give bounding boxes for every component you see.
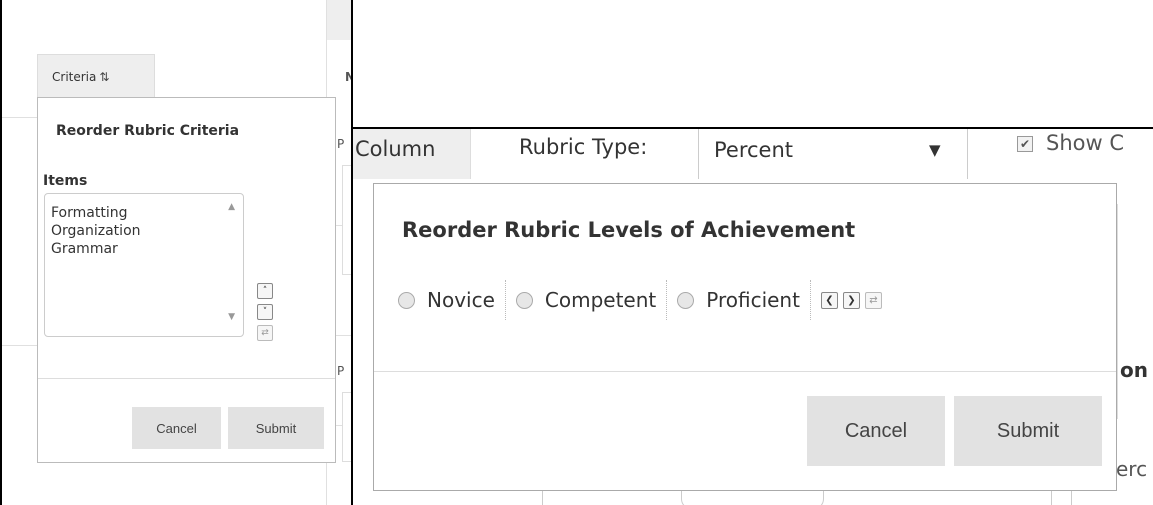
dialog-divider xyxy=(374,371,1116,372)
criteria-tab-label: Criteria xyxy=(52,69,97,84)
chevron-left-icon: ❮ xyxy=(825,294,834,306)
move-left-button[interactable]: ❮ xyxy=(820,291,838,309)
scroll-down-arrow-icon[interactable]: ▼ xyxy=(228,312,235,322)
background-letter: N xyxy=(345,70,351,84)
background-input-box xyxy=(342,392,351,462)
dialog-title: Reorder Rubric Levels of Achievement xyxy=(402,218,856,242)
panel-divider xyxy=(38,378,335,379)
submit-button[interactable]: Submit xyxy=(954,396,1102,466)
background-letter: P xyxy=(337,364,345,378)
background-row-line xyxy=(2,117,37,118)
move-right-button[interactable]: ❯ xyxy=(842,291,860,309)
radio-button[interactable] xyxy=(398,291,415,309)
checkmark-icon: ✔ xyxy=(1019,137,1031,151)
reorder-levels-dialog: Reorder Rubric Levels of Achievement Nov… xyxy=(373,183,1117,491)
chevron-up-icon: ˄ xyxy=(262,286,268,296)
reorder-criteria-panel: Reorder Rubric Criteria Items Formatting… xyxy=(37,97,336,463)
rubric-type-label: Rubric Type: xyxy=(519,135,648,159)
rubric-type-value: Percent xyxy=(714,138,794,162)
chevron-down-icon: ˅ xyxy=(262,307,268,317)
column-tab-label: Column xyxy=(355,137,436,161)
list-item[interactable]: Grammar xyxy=(51,240,237,258)
background-divider xyxy=(1117,204,1118,419)
swap-icon: ⇄ xyxy=(261,328,269,338)
background-input-box xyxy=(342,165,351,275)
level-label: Proficient xyxy=(706,288,800,312)
caret-down-icon: ▼ xyxy=(929,141,941,159)
background-letter: P xyxy=(337,137,345,151)
move-down-button[interactable]: ˅ xyxy=(257,304,273,320)
level-option[interactable]: Novice xyxy=(398,280,506,320)
swap-button[interactable]: ⇄ xyxy=(257,325,273,341)
cancel-button[interactable]: Cancel xyxy=(132,407,221,449)
left-screenshot: N P P Criteria ⇅ Reorder Rubric Criteria… xyxy=(0,0,353,505)
radio-button[interactable] xyxy=(515,291,533,309)
show-label: Show C xyxy=(1046,131,1125,155)
criteria-listbox[interactable]: Formatting Organization Grammar ▲ ▼ xyxy=(44,193,244,337)
move-up-button[interactable]: ˄ xyxy=(257,283,273,299)
list-item[interactable]: Formatting xyxy=(51,204,237,222)
background-gray-block xyxy=(327,0,351,40)
level-option[interactable]: Competent xyxy=(515,280,668,320)
radio-button[interactable] xyxy=(677,291,695,309)
background-text: on xyxy=(1120,358,1148,382)
level-option[interactable]: Proficient xyxy=(677,280,811,320)
level-label: Novice xyxy=(427,288,495,312)
list-item[interactable]: Organization xyxy=(51,222,237,240)
level-label: Competent xyxy=(544,288,657,312)
sort-arrows-icon: ⇅ xyxy=(99,69,110,84)
rubric-type-select[interactable]: Percent ▼ xyxy=(698,129,968,179)
scroll-up-arrow-icon[interactable]: ▲ xyxy=(228,202,235,212)
cancel-button[interactable]: Cancel xyxy=(807,396,945,466)
submit-button[interactable]: Submit xyxy=(228,407,324,449)
levels-row: Novice Competent Proficient ❮ ❯ ⇄ xyxy=(398,280,887,320)
right-screenshot: Column Rubric Type: Percent ▼ ✔ Show C o… xyxy=(353,127,1153,505)
background-text: erc xyxy=(1116,457,1148,481)
swap-icon: ⇄ xyxy=(869,294,878,306)
column-tab[interactable]: Column xyxy=(353,129,471,179)
background-row-line xyxy=(2,345,37,346)
show-checkbox[interactable]: ✔ xyxy=(1017,136,1033,152)
chevron-right-icon: ❯ xyxy=(847,294,856,306)
criteria-sort-tab[interactable]: Criteria ⇅ xyxy=(37,54,155,98)
panel-title: Reorder Rubric Criteria xyxy=(56,123,240,139)
items-label: Items xyxy=(43,173,88,189)
swap-button[interactable]: ⇄ xyxy=(864,291,882,309)
